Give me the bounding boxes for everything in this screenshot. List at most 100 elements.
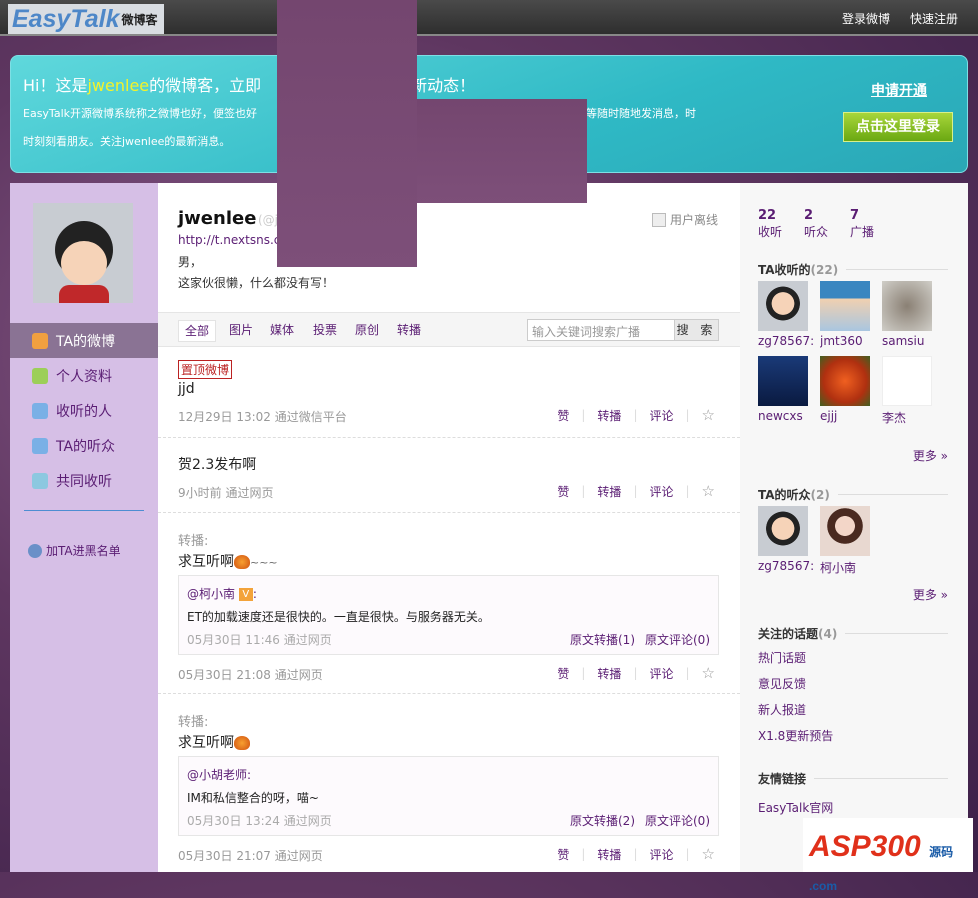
login-link[interactable]: 登录微博 xyxy=(842,10,890,27)
tab-forwards[interactable]: 转播 xyxy=(391,320,427,342)
home-icon xyxy=(32,332,48,349)
forward-button[interactable]: 转播 xyxy=(597,407,621,424)
tab-votes[interactable]: 投票 xyxy=(307,320,343,342)
user-avatar xyxy=(820,356,870,406)
user-avatar xyxy=(820,506,870,556)
followers-grid: zg78567: 柯小南 xyxy=(758,506,932,576)
post-content: 贺2.3发布啊 xyxy=(178,457,257,473)
feed-tabs: 全部 图片 媒体 投票 原创 转播 输入关键词搜索广播 搜 索 xyxy=(158,312,740,347)
logo[interactable]: EasyTalk 微博客 xyxy=(8,4,164,34)
comment-button[interactable]: 评论 xyxy=(649,665,673,682)
redaction-block xyxy=(277,0,417,267)
tab-images[interactable]: 图片 xyxy=(223,320,259,342)
star-icon[interactable]: ☆ xyxy=(702,845,715,863)
user-card[interactable]: zg78567: xyxy=(758,506,814,576)
top-bar: EasyTalk 微博客 登录微博 快速注册 xyxy=(0,0,978,36)
following-heading: TA收听的 (22) xyxy=(758,261,948,278)
followers-more-link[interactable]: 更多 » xyxy=(913,586,948,603)
user-avatar xyxy=(758,506,808,556)
quoted-post: @小胡老师: IM和私信整合的呀，喵~ 05月30日 13:24 通过网页 原文… xyxy=(178,756,719,836)
quoted-text: IM和私信整合的呀，喵~ xyxy=(187,791,319,805)
post-meta: 12月29日 13:02 通过微信平台 xyxy=(178,410,347,424)
watermark-logo: ASP300 源码 .com xyxy=(803,818,973,893)
sidebar-item-following[interactable]: 收听的人 xyxy=(10,393,158,428)
post-item: 贺2.3发布啊 9小时前 通过网页 赞 | 转播 | 评论 | ☆ xyxy=(158,438,740,513)
users-icon xyxy=(32,472,48,489)
like-button[interactable]: 赞 xyxy=(557,665,569,682)
like-button[interactable]: 赞 xyxy=(557,407,569,424)
avatar xyxy=(33,203,133,303)
tab-original[interactable]: 原创 xyxy=(349,320,385,342)
quoted-post: @柯小南 V: ET的加载速度还是很快的。一直是很快。与服务器无关。 05月30… xyxy=(178,575,719,655)
forward-button[interactable]: 转播 xyxy=(597,483,621,500)
user-card[interactable]: zg78567: xyxy=(758,281,814,348)
user-avatar xyxy=(882,281,932,331)
original-comment-link[interactable]: 原文评论(0) xyxy=(645,631,710,648)
forward-button[interactable]: 转播 xyxy=(597,846,621,863)
topic-link[interactable]: 意见反馈 xyxy=(758,675,806,692)
sidebar-item-common[interactable]: 共同收听 xyxy=(10,463,158,498)
forward-button[interactable]: 转播 xyxy=(597,665,621,682)
star-icon[interactable]: ☆ xyxy=(702,664,715,682)
comment-button[interactable]: 评论 xyxy=(649,846,673,863)
redaction-block xyxy=(417,99,587,203)
topic-link[interactable]: 热门话题 xyxy=(758,649,806,666)
user-check-icon xyxy=(32,402,48,419)
search-button[interactable]: 搜 索 xyxy=(674,319,719,341)
user-card[interactable]: newcxs xyxy=(758,356,808,426)
blacklist-link[interactable]: 加TA进黑名单 xyxy=(28,542,121,559)
emoji-icon xyxy=(234,555,250,569)
friend-link[interactable]: EasyTalk官网 xyxy=(758,799,833,816)
user-card[interactable]: ejjj xyxy=(820,356,870,426)
following-grid: zg78567: jmt360 samsiu newcxs ejjj 李杰 xyxy=(758,281,932,426)
quoted-author[interactable]: @小胡老师: xyxy=(187,766,251,783)
stat-posts[interactable]: 7 广播 xyxy=(850,208,874,240)
user-avatar xyxy=(758,281,808,331)
tab-media[interactable]: 媒体 xyxy=(264,320,300,342)
comment-button[interactable]: 评论 xyxy=(649,483,673,500)
search-input[interactable]: 输入关键词搜索广播 xyxy=(527,319,675,341)
topics-heading: 关注的话题 (4) xyxy=(758,625,948,642)
forward-label: 转播: xyxy=(178,534,209,549)
post-content: 求互听啊 ~~~ xyxy=(178,554,278,570)
stat-followers[interactable]: 2 听众 xyxy=(804,208,828,240)
post-content: 求互听啊 xyxy=(178,732,250,752)
post-item: 置顶微博 jjd 12月29日 13:02 通过微信平台 赞 | 转播 | 评论 | ☆ xyxy=(158,348,740,438)
post-content: jjd xyxy=(178,381,195,397)
pinned-badge: 置顶微博 xyxy=(178,360,233,379)
sidebar-item-followers[interactable]: TA的听众 xyxy=(10,428,158,463)
comment-button[interactable]: 评论 xyxy=(649,407,673,424)
original-comment-link[interactable]: 原文评论(0) xyxy=(645,812,710,829)
login-button[interactable]: 点击这里登录 xyxy=(843,112,953,142)
user-card[interactable]: samsiu xyxy=(882,281,932,348)
sidebar-item-my-weibo[interactable]: TA的微博 xyxy=(10,323,158,358)
sidebar-item-label: 收听的人 xyxy=(56,403,112,420)
user-card[interactable]: 柯小南 xyxy=(820,506,870,576)
sidebar-item-label: TA的听众 xyxy=(56,438,116,455)
apply-link[interactable]: 申请开通 xyxy=(871,80,927,100)
like-button[interactable]: 赞 xyxy=(557,846,569,863)
verified-icon: V xyxy=(238,588,253,601)
like-button[interactable]: 赞 xyxy=(557,483,569,500)
topic-link[interactable]: 新人报道 xyxy=(758,701,806,718)
star-icon[interactable]: ☆ xyxy=(702,482,715,500)
stat-following[interactable]: 22 收听 xyxy=(758,208,782,240)
right-sidebar: 22 收听 2 听众 7 广播 TA收听的 (22) zg78567: jmt360 s… xyxy=(740,183,968,872)
user-avatar xyxy=(820,281,870,331)
profile-url[interactable]: http://t.nextsns.c xyxy=(178,233,280,247)
post-item: 转播: 求互听啊 ~~~ @柯小南 V: ET的加载速度还是很快的。一直是很快。与… xyxy=(158,513,740,694)
topic-link[interactable]: X1.8更新预告 xyxy=(758,727,833,744)
tab-all[interactable]: 全部 xyxy=(178,320,217,342)
sidebar-item-profile[interactable]: 个人资料 xyxy=(10,358,158,393)
star-icon[interactable]: ☆ xyxy=(702,406,715,424)
original-forward-link[interactable]: 原文转播(1) xyxy=(570,631,635,648)
following-more-link[interactable]: 更多 » xyxy=(913,447,948,464)
offline-icon xyxy=(651,212,666,227)
user-card[interactable]: jmt360 xyxy=(820,281,870,348)
original-forward-link[interactable]: 原文转播(2) xyxy=(570,812,635,829)
user-card[interactable]: 李杰 xyxy=(882,356,932,426)
sidebar-item-label: 个人资料 xyxy=(56,368,112,385)
quoted-meta: 05月30日 13:24 通过网页 xyxy=(187,814,332,828)
register-link[interactable]: 快速注册 xyxy=(910,10,958,27)
quoted-author[interactable]: @柯小南 V: xyxy=(187,585,257,602)
